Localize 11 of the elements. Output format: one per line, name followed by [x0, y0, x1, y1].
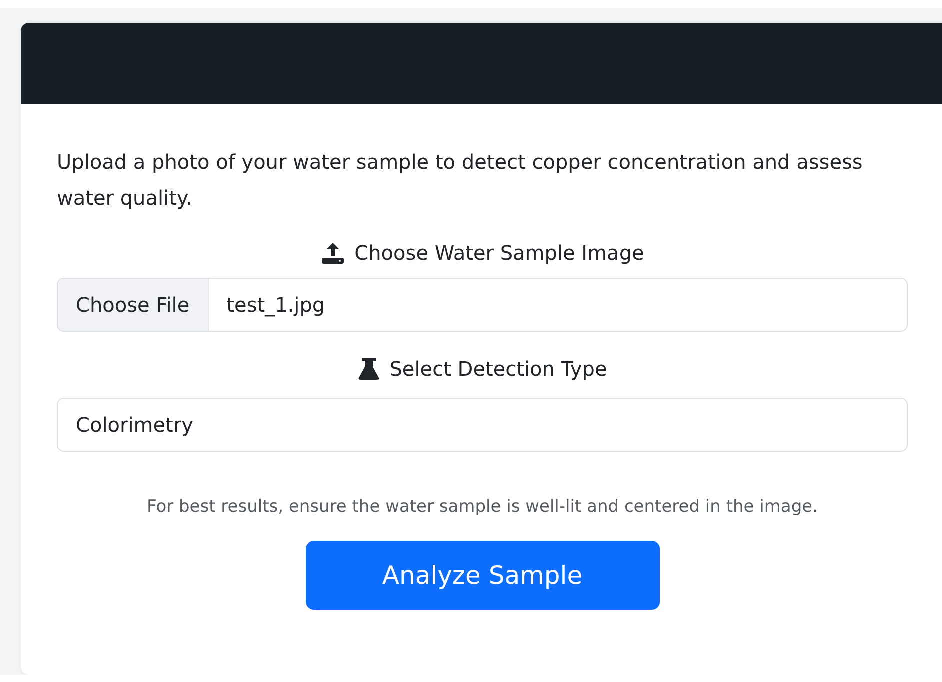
upload-icon — [320, 241, 345, 265]
choose-file-button[interactable]: Choose File — [58, 279, 209, 331]
field-label: Select Detection Type — [390, 357, 608, 381]
file-input[interactable]: Choose File test_1.jpg — [57, 278, 908, 332]
file-name: test_1.jpg — [226, 293, 326, 317]
analyze-button[interactable]: Analyze Sample — [306, 541, 660, 610]
description-text: Upload a photo of your water sample to detect copper concentration and assess water quality. — [57, 149, 864, 212]
detection-type-select[interactable]: Colorimetry — [57, 398, 908, 452]
flask-icon — [358, 357, 380, 381]
hint-text: For best results, ensure the water sample is well-lit and centered in the image. — [146, 497, 819, 517]
field-label: Choose Water Sample Image — [354, 241, 644, 265]
